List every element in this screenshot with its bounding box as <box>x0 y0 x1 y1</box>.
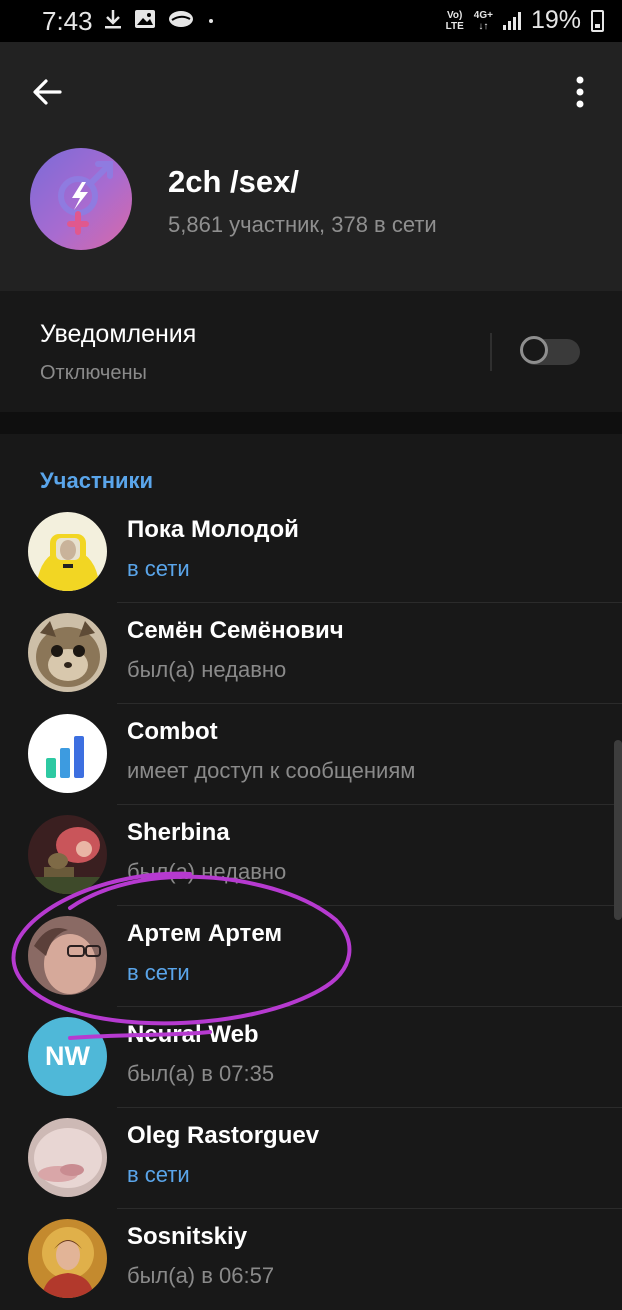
more-notifications-dot-icon <box>209 19 213 23</box>
avatar-initials: NW <box>45 1041 90 1071</box>
battery-percent: 19% <box>530 6 581 34</box>
member-name: Sosnitskiy <box>127 1223 248 1250</box>
section-separator <box>0 412 622 434</box>
member-name: Sherbina <box>127 819 230 846</box>
member-name: Пока Молодой <box>127 516 299 543</box>
image-icon <box>135 10 155 28</box>
notifications-toggle[interactable] <box>520 336 580 365</box>
member-row[interactable]: Combot имеет доступ к сообщениям <box>0 704 622 805</box>
gender-lightning-icon <box>58 161 113 235</box>
back-arrow-icon[interactable] <box>28 72 68 112</box>
status-bar: 7:43 Vo) LTE 4G+ ↓↑ 19% <box>0 0 622 42</box>
member-row[interactable]: Oleg Rastorguev в сети <box>0 1108 622 1209</box>
toggle-knob <box>520 336 548 364</box>
download-icon <box>105 10 121 29</box>
notifications-state: Отключены <box>40 362 147 384</box>
group-title: 2ch /sex/ <box>168 164 299 199</box>
member-status: в сети <box>127 1162 190 1187</box>
member-status: имеет доступ к сообщениям <box>127 758 416 783</box>
member-avatar <box>28 714 107 793</box>
member-name: Neural Web <box>127 1021 259 1048</box>
app-notification-icon <box>169 11 193 27</box>
member-name: Артем Артем <box>127 920 283 947</box>
group-member-count: 5,861 участник, 378 в сети <box>168 212 437 237</box>
signal-icon <box>502 11 521 30</box>
group-header: 2ch /sex/ 5,861 участник, 378 в сети <box>0 42 622 291</box>
member-avatar <box>28 815 107 894</box>
group-avatar[interactable] <box>30 148 132 250</box>
member-name: Oleg Rastorguev <box>127 1122 320 1149</box>
member-avatar <box>28 512 107 591</box>
member-avatar <box>28 1219 107 1298</box>
network-type-indicator: 4G+ ↓↑ <box>473 9 493 32</box>
member-status: был(а) в 07:35 <box>127 1061 275 1086</box>
member-avatar <box>28 613 107 692</box>
member-row[interactable]: Пока Молодой в сети <box>0 502 622 603</box>
member-row[interactable]: Sosnitskiy был(а) в 06:57 <box>0 1209 622 1310</box>
member-avatar <box>28 1118 107 1197</box>
members-section: Участники Пока Молодой в сети Семён Семё… <box>0 434 622 1298</box>
member-status: был(а) недавно <box>127 657 287 682</box>
member-avatar <box>28 916 107 995</box>
more-menu-icon[interactable] <box>568 72 592 112</box>
member-name: Combot <box>127 718 218 745</box>
member-avatar-initials: NW <box>28 1017 107 1096</box>
notifications-row[interactable]: Уведомления Отключены <box>0 291 622 412</box>
member-row[interactable]: NW Neural Web был(а) в 07:35 <box>0 1007 622 1108</box>
scrollbar-thumb[interactable] <box>614 740 622 920</box>
status-notification-icons <box>104 8 216 30</box>
member-row[interactable]: Артем Артем в сети <box>0 906 622 1007</box>
members-section-title: Участники <box>40 468 154 493</box>
member-status: в сети <box>127 960 190 985</box>
battery-icon <box>591 9 604 32</box>
member-status: в сети <box>127 556 190 581</box>
volte-indicator: Vo) LTE <box>445 9 464 32</box>
member-status: был(а) в 06:57 <box>127 1263 275 1288</box>
member-name: Семён Семёнович <box>127 617 344 644</box>
status-system-icons: Vo) LTE 4G+ ↓↑ 19% <box>446 6 604 35</box>
notifications-label: Уведомления <box>40 320 197 348</box>
status-time: 7:43 <box>42 6 93 36</box>
member-status: был(а) недавно <box>127 859 287 884</box>
notifications-divider <box>490 333 492 371</box>
member-row[interactable]: Семён Семёнович был(а) недавно <box>0 603 622 704</box>
member-row[interactable]: Sherbina был(а) недавно <box>0 805 622 906</box>
